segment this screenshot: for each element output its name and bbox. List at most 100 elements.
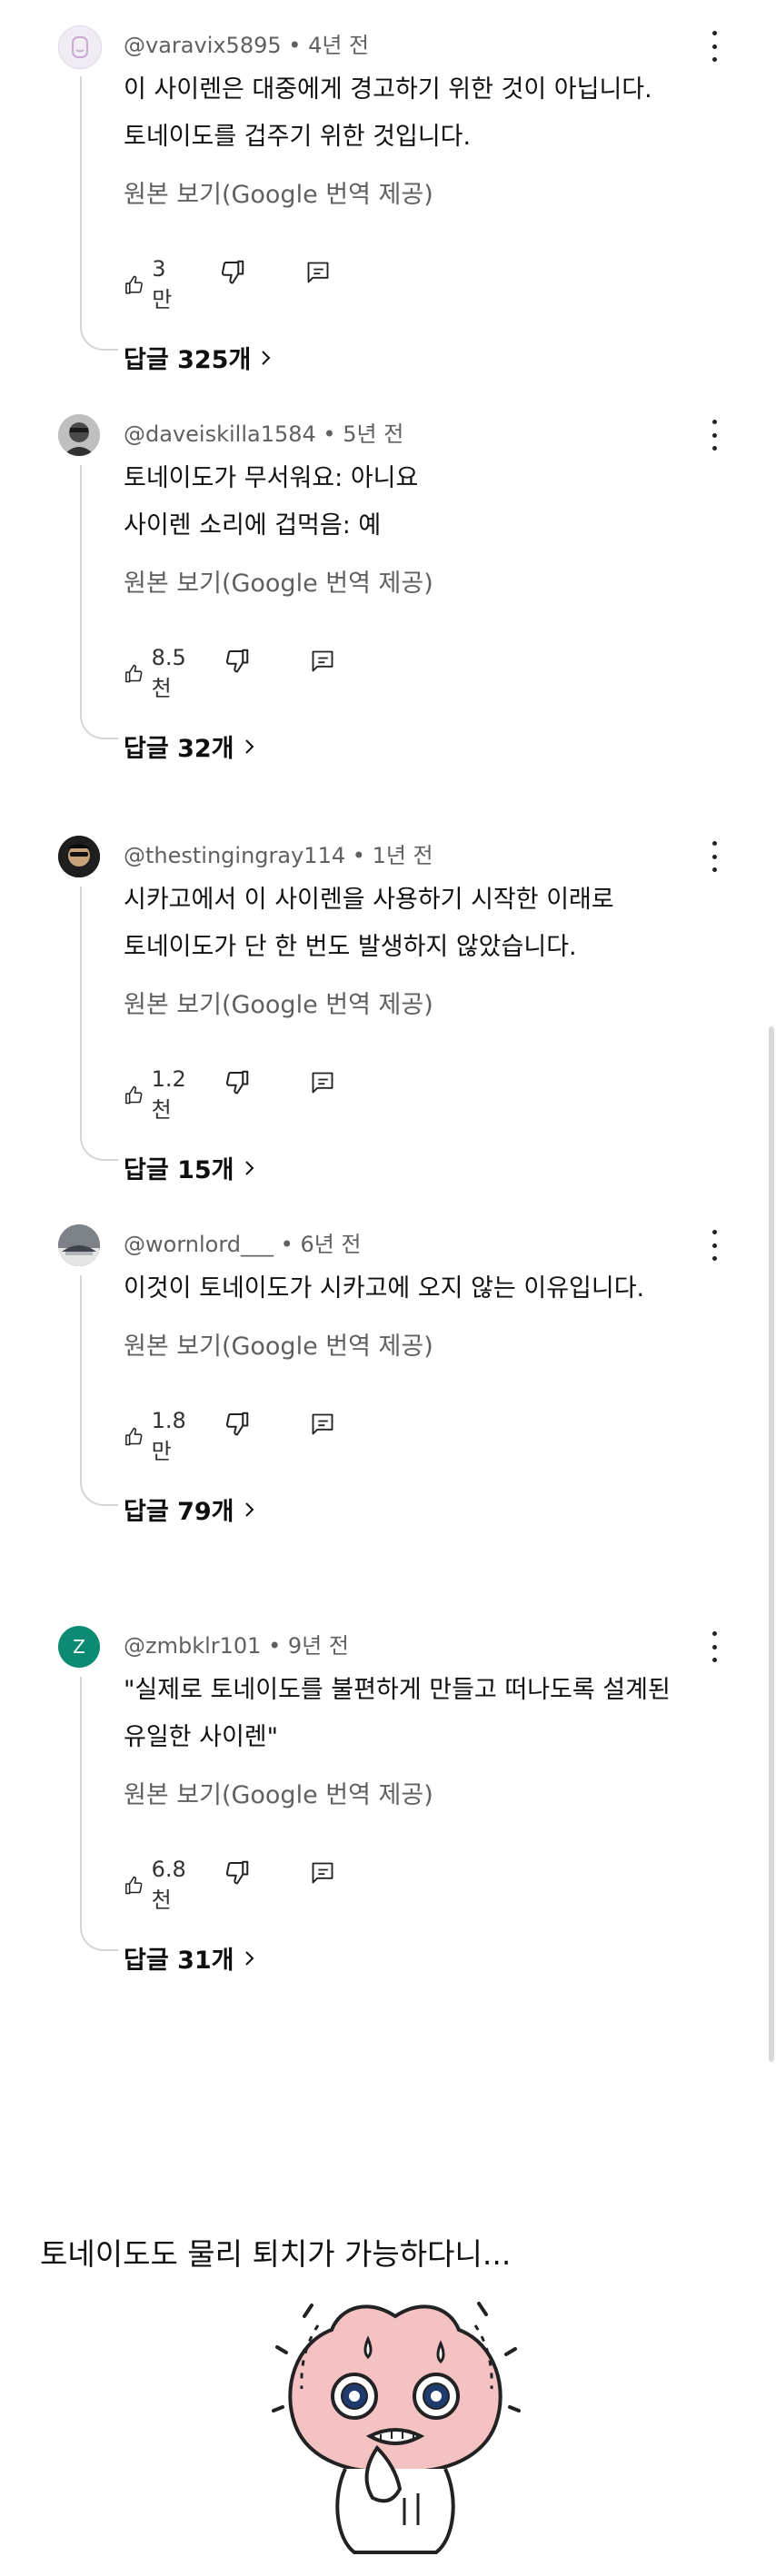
like-count: 6.8천 bbox=[151, 1857, 186, 1913]
avatar[interactable] bbox=[58, 836, 100, 877]
more-vert-icon[interactable] bbox=[705, 841, 723, 872]
thread-line bbox=[80, 1275, 118, 1506]
comment-age: 6년 전 bbox=[300, 1232, 362, 1257]
replies-link[interactable]: 답글 15개 bbox=[124, 1150, 256, 1185]
dislike-button[interactable] bbox=[219, 258, 246, 289]
see-original-link[interactable]: 원본 보기(Google 번역 제공) bbox=[124, 1775, 433, 1810]
thread-line bbox=[80, 76, 118, 351]
comment-author[interactable]: @wornlord___ bbox=[124, 1232, 274, 1257]
reply-icon bbox=[312, 1862, 333, 1884]
comment-text-line: 이 사이렌은 대중에게 경고하기 위한 것이 아닙니다. bbox=[124, 75, 652, 104]
more-vert-icon[interactable] bbox=[705, 1631, 723, 1662]
chevron-right-icon bbox=[244, 1160, 254, 1175]
apeach-sweating-emoticon bbox=[272, 2302, 521, 2554]
comment-meta: @thestingingray114 • 1년 전 bbox=[124, 843, 433, 868]
comment-text-line: 토네이도가 단 한 번도 발생하지 않았습니다. bbox=[124, 933, 577, 961]
see-original-link[interactable]: 원본 보기(Google 번역 제공) bbox=[124, 985, 433, 1020]
comment-1: @varavix5895 • 4년 전 이 사이렌은 대중에게 경고하기 위한 … bbox=[0, 25, 776, 374]
thumbs-down-icon bbox=[221, 260, 244, 284]
comment-author[interactable]: @thestingingray114 bbox=[124, 843, 345, 868]
comment-text-line: 토네이도를 겁주기 위한 것입니다. bbox=[124, 123, 472, 151]
comment-age: 9년 전 bbox=[287, 1633, 349, 1659]
reply-button[interactable] bbox=[310, 1860, 335, 1889]
comment-2: @daveiskilla1584 • 5년 전 토네이도가 무서워요: 아니요 … bbox=[0, 414, 776, 763]
see-original-link[interactable]: 원본 보기(Google 번역 제공) bbox=[124, 1326, 433, 1362]
reply-icon bbox=[312, 1072, 333, 1094]
reply-button[interactable] bbox=[310, 1070, 335, 1099]
like-button[interactable]: 3만 bbox=[124, 256, 178, 313]
reply-icon bbox=[312, 650, 333, 672]
see-original-link[interactable]: 원본 보기(Google 번역 제공) bbox=[124, 174, 433, 210]
comment-3: @thestingingray114 • 1년 전 시카고에서 이 사이렌을 사… bbox=[0, 836, 776, 1184]
reply-icon bbox=[312, 1413, 333, 1435]
thumbs-down-icon bbox=[225, 1860, 249, 1885]
dislike-button[interactable] bbox=[224, 1410, 251, 1441]
thumbs-up-icon bbox=[125, 664, 143, 682]
thread-line bbox=[80, 1677, 118, 1951]
like-count: 1.8만 bbox=[151, 1408, 186, 1464]
avatar[interactable]: Z bbox=[58, 1626, 100, 1668]
comment-meta: @wornlord___ • 6년 전 bbox=[124, 1232, 362, 1257]
comment-age: 1년 전 bbox=[372, 843, 433, 868]
thumbs-up-icon bbox=[125, 1427, 143, 1445]
user-photo-icon bbox=[58, 836, 100, 877]
chevron-right-icon bbox=[244, 1950, 254, 1966]
chevron-right-icon bbox=[262, 350, 271, 365]
more-vert-icon[interactable] bbox=[705, 420, 723, 451]
comment-4: @wornlord___ • 6년 전 이것이 토네이도가 시카고에 오지 않는… bbox=[0, 1224, 776, 1527]
dislike-button[interactable] bbox=[224, 1068, 251, 1099]
thumbs-up-icon bbox=[125, 275, 143, 293]
replies-count-label: 답글 32개 bbox=[124, 735, 234, 763]
comment-text-line: 시카고에서 이 사이렌을 사용하기 시작한 이래로 bbox=[124, 886, 614, 914]
like-button[interactable]: 8.5천 bbox=[124, 645, 193, 702]
thumbs-down-icon bbox=[225, 1412, 249, 1436]
see-original-link[interactable]: 원본 보기(Google 번역 제공) bbox=[124, 563, 433, 599]
comment-meta: @daveiskilla1584 • 5년 전 bbox=[124, 421, 404, 447]
like-count: 3만 bbox=[152, 256, 173, 312]
comment-text-line: "실제로 토네이도를 불편하게 만들고 떠나도록 설계된 bbox=[124, 1676, 671, 1704]
like-button[interactable]: 6.8천 bbox=[124, 1857, 193, 1914]
replies-count-label: 답글 79개 bbox=[124, 1498, 234, 1526]
thread-line bbox=[80, 887, 118, 1161]
chevron-right-icon bbox=[244, 1501, 254, 1517]
comment-author[interactable]: @varavix5895 bbox=[124, 33, 282, 58]
like-count: 1.2천 bbox=[151, 1066, 186, 1123]
comment-age: 5년 전 bbox=[343, 421, 404, 447]
avatar[interactable] bbox=[58, 1224, 100, 1266]
comment-text-line: 토네이도가 무서워요: 아니요 bbox=[124, 464, 419, 492]
thumbs-down-icon bbox=[225, 649, 249, 673]
comment-text-line: 이것이 토네이도가 시카고에 오지 않는 이유입니다. bbox=[124, 1274, 645, 1303]
like-button[interactable]: 1.8만 bbox=[124, 1408, 193, 1465]
avatar[interactable] bbox=[58, 25, 102, 69]
replies-link[interactable]: 답글 31개 bbox=[124, 1940, 256, 1976]
thumbs-up-icon bbox=[125, 1085, 143, 1104]
thread-line bbox=[80, 465, 118, 739]
avatar[interactable] bbox=[58, 414, 100, 456]
dislike-button[interactable] bbox=[224, 1858, 251, 1889]
more-vert-icon[interactable] bbox=[705, 31, 723, 62]
comment-author[interactable]: @zmbklr101 bbox=[124, 1633, 261, 1659]
comment-author[interactable]: @daveiskilla1584 bbox=[124, 421, 316, 447]
comment-text-line: 유일한 사이렌" bbox=[124, 1723, 279, 1751]
reply-button[interactable] bbox=[305, 260, 331, 289]
like-count: 8.5천 bbox=[151, 645, 186, 701]
dislike-button[interactable] bbox=[224, 647, 251, 678]
user-photo-icon bbox=[58, 414, 100, 456]
post-caption: 토네이도도 물리 퇴치가 가능하다니... bbox=[40, 2236, 512, 2272]
reply-button[interactable] bbox=[310, 1412, 335, 1441]
thumbs-up-icon bbox=[125, 1876, 143, 1894]
replies-link[interactable]: 답글 32개 bbox=[124, 728, 256, 764]
more-vert-icon[interactable] bbox=[705, 1230, 723, 1261]
comment-text-line: 사이렌 소리에 겁먹음: 예 bbox=[124, 511, 382, 540]
avatar-letter: Z bbox=[73, 1636, 85, 1658]
replies-count-label: 답글 31개 bbox=[124, 1947, 234, 1975]
comment-meta: @varavix5895 • 4년 전 bbox=[124, 33, 370, 58]
replies-count-label: 답글 325개 bbox=[124, 346, 252, 374]
like-button[interactable]: 1.2천 bbox=[124, 1066, 193, 1124]
reply-button[interactable] bbox=[310, 649, 335, 678]
comment-age: 4년 전 bbox=[308, 33, 370, 58]
thumbs-down-icon bbox=[225, 1070, 249, 1095]
replies-link[interactable]: 답글 325개 bbox=[124, 340, 273, 375]
chevron-right-icon bbox=[244, 738, 254, 754]
replies-link[interactable]: 답글 79개 bbox=[124, 1491, 256, 1527]
